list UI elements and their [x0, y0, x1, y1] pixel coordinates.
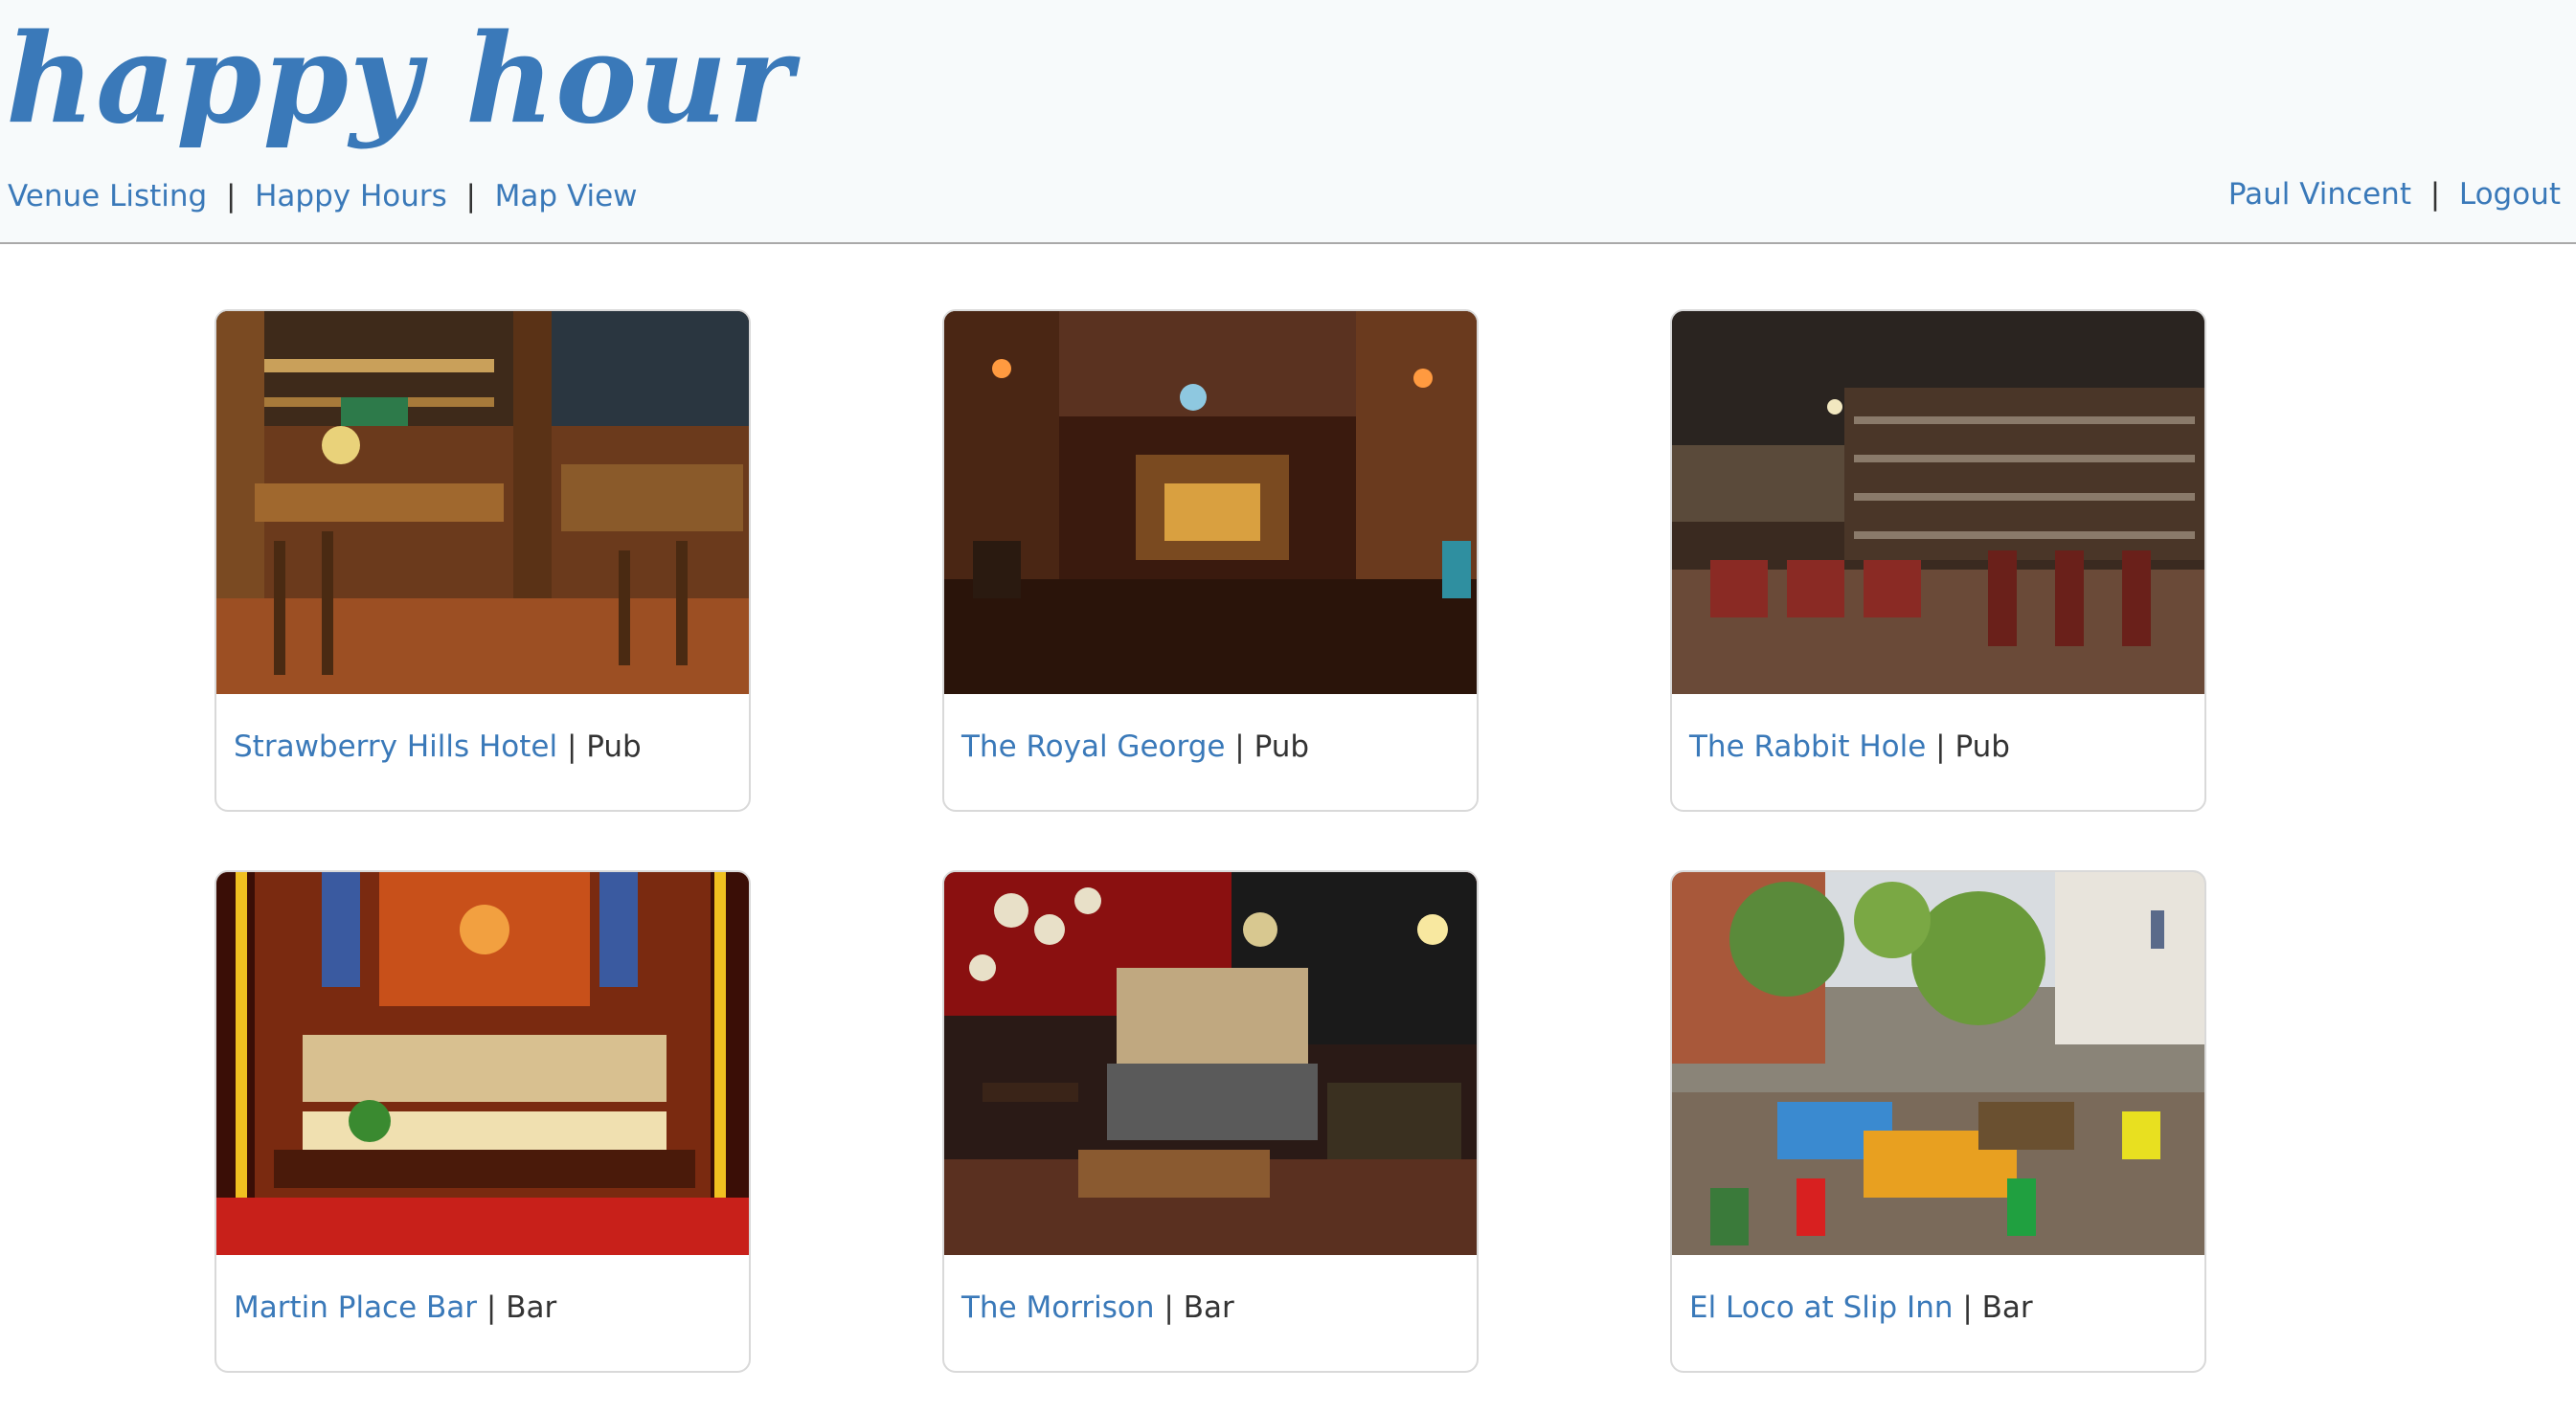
venue-type: Bar: [1981, 1290, 2033, 1325]
venue-type: Pub: [1254, 729, 1310, 764]
venue-type: Bar: [1183, 1290, 1234, 1325]
venue-photo[interactable]: [944, 872, 1477, 1255]
venue-separator: |: [1953, 1290, 1982, 1325]
site-header: happy hour Venue Listing | Happy Hours |…: [0, 0, 2576, 244]
venue-name-link[interactable]: El Loco at Slip Inn: [1689, 1290, 1954, 1325]
venue-photo[interactable]: [1672, 311, 2204, 694]
venue-caption: Martin Place Bar | Bar: [234, 1287, 556, 1329]
venue-caption: El Loco at Slip Inn | Bar: [1689, 1287, 2033, 1329]
logout-link[interactable]: Logout: [2459, 177, 2561, 212]
venue-card[interactable]: The Morrison | Bar: [942, 870, 1479, 1373]
venue-separator: |: [1926, 729, 1955, 764]
nav-map-view[interactable]: Map View: [495, 179, 638, 213]
venue-name-link[interactable]: The Morrison: [961, 1290, 1155, 1325]
user-name-link[interactable]: Paul Vincent: [2228, 177, 2411, 212]
main-nav: Venue Listing | Happy Hours | Map View: [8, 175, 638, 217]
venue-caption: Strawberry Hills Hotel | Pub: [234, 726, 642, 768]
venue-separator: |: [477, 1290, 507, 1325]
venue-type: Pub: [586, 729, 642, 764]
venue-card[interactable]: The Rabbit Hole | Pub: [1670, 309, 2206, 812]
venue-separator: |: [557, 729, 587, 764]
user-nav: Paul Vincent | Logout: [2228, 173, 2561, 215]
venue-name-link[interactable]: Martin Place Bar: [234, 1290, 477, 1325]
venue-card[interactable]: El Loco at Slip Inn | Bar: [1670, 870, 2206, 1373]
venue-separator: |: [1225, 729, 1254, 764]
venue-card[interactable]: Strawberry Hills Hotel | Pub: [215, 309, 751, 812]
venue-type: Pub: [1955, 729, 2010, 764]
nav-separator: |: [216, 179, 246, 213]
nav-separator: |: [456, 179, 486, 213]
venue-card[interactable]: Martin Place Bar | Bar: [215, 870, 751, 1373]
venue-photo[interactable]: [944, 311, 1477, 694]
venue-card[interactable]: The Royal George | Pub: [942, 309, 1479, 812]
venue-caption: The Royal George | Pub: [961, 726, 1309, 768]
venue-separator: |: [1154, 1290, 1184, 1325]
user-nav-separator: |: [2420, 177, 2450, 212]
venue-caption: The Rabbit Hole | Pub: [1689, 726, 2010, 768]
venue-type: Bar: [506, 1290, 557, 1325]
venue-caption: The Morrison | Bar: [961, 1287, 1234, 1329]
venue-photo[interactable]: [216, 311, 749, 694]
nav-happy-hours[interactable]: Happy Hours: [255, 179, 447, 213]
venue-name-link[interactable]: Strawberry Hills Hotel: [234, 729, 557, 764]
nav-venue-listing[interactable]: Venue Listing: [8, 179, 207, 213]
venue-photo[interactable]: [1672, 872, 2204, 1255]
venue-name-link[interactable]: The Rabbit Hole: [1689, 729, 1926, 764]
venue-photo[interactable]: [216, 872, 749, 1255]
site-logo[interactable]: happy hour: [6, 8, 794, 151]
venue-name-link[interactable]: The Royal George: [961, 729, 1225, 764]
